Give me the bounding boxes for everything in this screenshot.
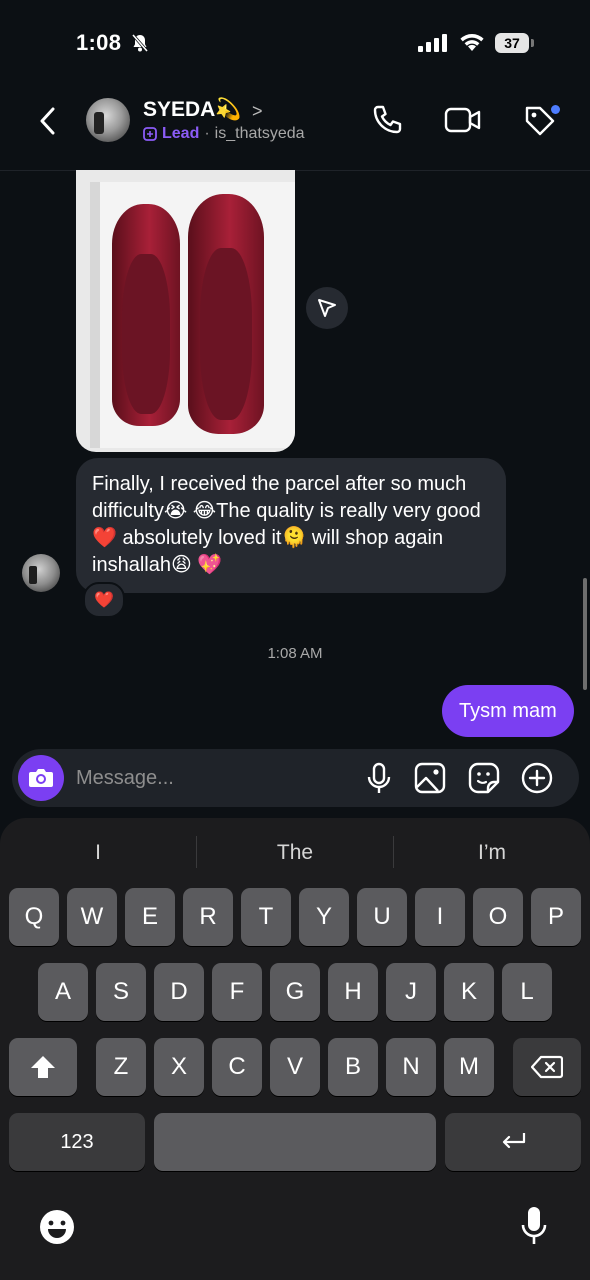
shoe-photo[interactable] (76, 170, 295, 452)
incoming-message[interactable]: Finally, I received the parcel after so … (76, 458, 506, 593)
key-t[interactable]: T (241, 888, 291, 946)
microphone-icon[interactable] (366, 762, 392, 796)
separator-dot: · (204, 125, 210, 142)
username: is_thatsyeda (214, 125, 305, 142)
key-r[interactable]: R (183, 888, 233, 946)
cellular-signal-icon (418, 34, 447, 52)
camera-button[interactable] (18, 755, 64, 801)
shoebox (90, 182, 295, 448)
gallery-icon[interactable] (414, 762, 446, 794)
key-s[interactable]: S (96, 963, 146, 1021)
scrollbar[interactable] (583, 578, 587, 690)
key-d[interactable]: D (154, 963, 204, 1021)
key-m[interactable]: M (444, 1038, 494, 1096)
key-w[interactable]: W (67, 888, 117, 946)
contact-name[interactable]: SYEDA💫 (143, 98, 242, 122)
backspace-key[interactable] (513, 1038, 581, 1096)
battery-tip (531, 39, 534, 47)
back-arrow-icon[interactable] (38, 106, 58, 136)
chevron-right-icon[interactable]: > (252, 101, 263, 122)
add-icon[interactable] (521, 762, 553, 794)
key-p[interactable]: P (531, 888, 581, 946)
key-u[interactable]: U (357, 888, 407, 946)
backspace-icon (531, 1055, 563, 1079)
dictation-mic-icon[interactable] (520, 1205, 548, 1247)
numbers-key[interactable]: 123 (9, 1113, 145, 1171)
video-call-icon[interactable] (444, 103, 482, 137)
key-o[interactable]: O (473, 888, 523, 946)
key-a[interactable]: A (38, 963, 88, 1021)
contact-avatar[interactable] (86, 98, 130, 142)
send-icon (318, 299, 336, 317)
key-q[interactable]: Q (9, 888, 59, 946)
return-key[interactable] (445, 1113, 581, 1171)
key-l[interactable]: L (502, 963, 552, 1021)
space-key[interactable] (154, 1113, 436, 1171)
silent-bell-icon (131, 34, 149, 52)
key-v[interactable]: V (270, 1038, 320, 1096)
key-f[interactable]: F (212, 963, 262, 1021)
key-b[interactable]: B (328, 1038, 378, 1096)
outgoing-message[interactable]: Tysm mam (442, 685, 574, 737)
key-i[interactable]: I (415, 888, 465, 946)
status-time: 1:08 (76, 30, 122, 55)
key-e[interactable]: E (125, 888, 175, 946)
lead-badge-icon (143, 127, 157, 141)
suggestion-3[interactable]: I’m (394, 838, 590, 868)
lead-label: Lead (162, 125, 200, 142)
heart-reaction[interactable]: ❤️ (83, 582, 125, 618)
key-h[interactable]: H (328, 963, 378, 1021)
camera-icon (29, 769, 53, 787)
right-shoe (188, 194, 264, 434)
key-j[interactable]: J (386, 963, 436, 1021)
message-input[interactable] (76, 758, 346, 798)
message-timestamp: 1:08 AM (267, 645, 323, 662)
key-z[interactable]: Z (96, 1038, 146, 1096)
shift-icon (31, 1056, 55, 1078)
key-y[interactable]: Y (299, 888, 349, 946)
key-g[interactable]: G (270, 963, 320, 1021)
wifi-icon (460, 34, 484, 51)
battery-indicator: 37 (495, 33, 529, 53)
sender-avatar[interactable] (22, 554, 60, 592)
key-x[interactable]: X (154, 1038, 204, 1096)
share-button[interactable] (306, 287, 348, 329)
key-n[interactable]: N (386, 1038, 436, 1096)
shift-key[interactable] (9, 1038, 77, 1096)
emoji-icon[interactable] (38, 1208, 76, 1246)
key-k[interactable]: K (444, 963, 494, 1021)
suggestion-2[interactable]: The (197, 838, 393, 868)
phone-icon[interactable] (370, 103, 404, 137)
suggestion-1[interactable]: I (0, 838, 196, 868)
notification-dot (551, 105, 560, 114)
left-shoe (112, 204, 180, 426)
key-c[interactable]: C (212, 1038, 262, 1096)
contact-subtitle: Lead · is_thatsyeda (143, 125, 305, 143)
return-icon (502, 1133, 526, 1149)
sticker-icon[interactable] (468, 762, 500, 794)
